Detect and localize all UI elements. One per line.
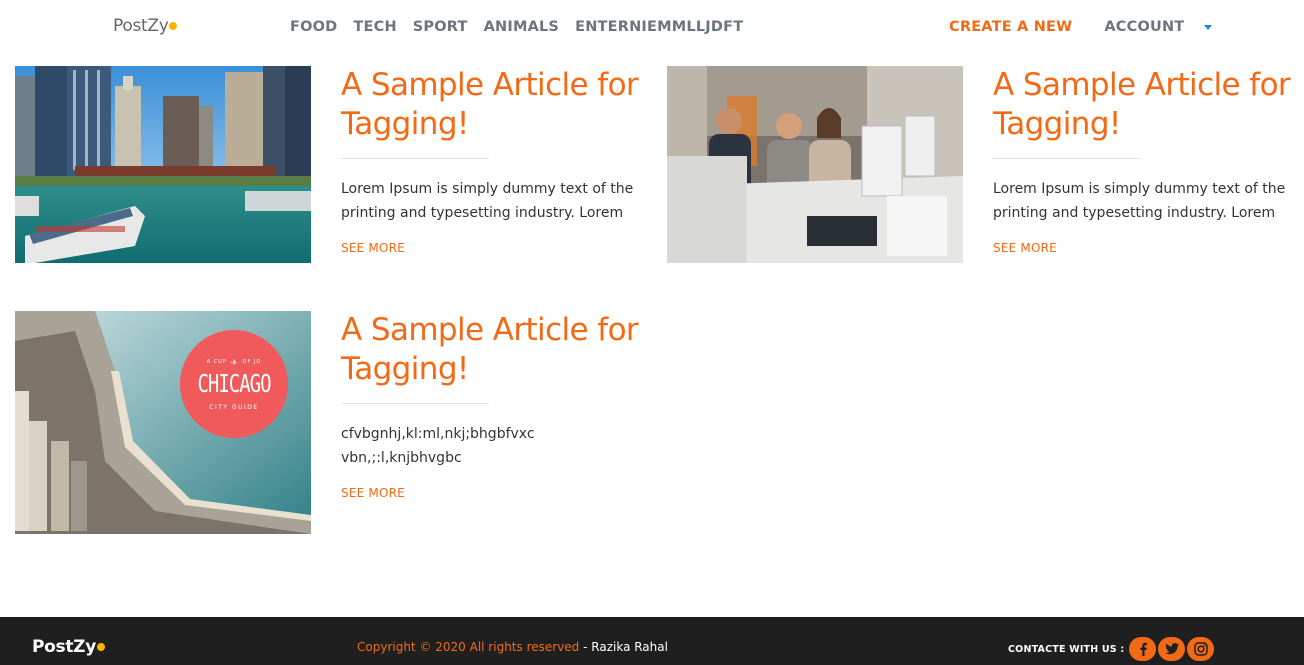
article-excerpt: cfvbgnhj,kl:ml,nkj;bhgbfvxc vbn,;:l,knjb… [341,426,535,466]
twitter-icon[interactable] [1158,637,1186,661]
plane-icon: ✈ [230,357,239,367]
footer-brand-text[interactable]: PostZy [32,637,96,657]
title-divider [341,403,489,404]
nav-link-entertainment[interactable]: ENTERNIEMMLLJDFT [575,19,743,35]
title-divider [341,158,489,159]
see-more-link[interactable]: SEE MORE [341,486,651,500]
article-image-chicago-guide[interactable]: A CUP ✈ OF JO CHICAGO CITY GUIDE [15,311,311,534]
badge-tagline-left: A CUP [206,359,227,365]
social-contact: CONTACTE WITH US : [1008,637,1215,661]
copyright-text: Copyright © 2020 All rights reserved - R… [357,640,668,654]
see-more-link[interactable]: SEE MORE [341,241,651,255]
copyright-separator: - [579,640,592,654]
nav-link-food[interactable]: FOOD [290,19,337,35]
site-footer: PostZy Copyright © 2020 All rights reser… [0,617,1304,665]
badge-subtitle: CITY GUIDE [209,403,259,411]
article-body: A Sample Article for Tagging! Lorem Ipsu… [341,66,651,255]
nav-link-sport[interactable]: SPORT [413,19,468,35]
badge-tagline-right: OF JO [242,359,262,365]
footer-brand[interactable]: PostZy [32,637,105,657]
nav-actions: CREATE A NEW ACCOUNT [949,19,1213,35]
see-more-link[interactable]: SEE MORE [993,241,1303,255]
account-menu[interactable]: ACCOUNT [1104,19,1184,35]
badge-city: CHICAGO [197,369,271,398]
nav-link-tech[interactable]: TECH [353,19,396,35]
article-image-office-team[interactable] [667,66,963,263]
nav-link-animals[interactable]: ANIMALS [484,19,560,35]
instagram-icon[interactable] [1187,637,1215,661]
brand-text[interactable]: PostZy [113,16,169,36]
article-body: A Sample Article for Tagging! Lorem Ipsu… [993,66,1303,255]
brand-dot [97,643,105,651]
article-body: A Sample Article for Tagging! cfvbgnhj,k… [341,311,651,500]
brand-dot [169,22,178,30]
title-divider [993,158,1141,159]
facebook-icon[interactable] [1129,637,1157,661]
article-title[interactable]: A Sample Article for Tagging! [341,66,651,144]
copyright-notice: Copyright © 2020 All rights reserved [357,640,580,654]
brand-logo[interactable]: PostZy [113,16,178,36]
article-image-river-city[interactable] [15,66,311,263]
top-navbar: PostZy FOOD TECH SPORT ANIMALS ENTERNIEM… [0,0,1304,56]
chevron-down-icon[interactable] [1204,24,1213,30]
create-new-link[interactable]: CREATE A NEW [949,19,1072,35]
contact-label: CONTACTE WITH US : [1008,643,1125,655]
chicago-guide-badge: A CUP ✈ OF JO CHICAGO CITY GUIDE [180,330,288,438]
article-title[interactable]: A Sample Article for Tagging! [341,311,651,389]
category-nav: FOOD TECH SPORT ANIMALS ENTERNIEMMLLJDFT [290,19,759,35]
author-name: Razika Rahal [591,640,668,654]
article-title[interactable]: A Sample Article for Tagging! [993,66,1303,144]
article-excerpt: Lorem Ipsum is simply dummy text of the … [341,181,634,221]
article-excerpt: Lorem Ipsum is simply dummy text of the … [993,181,1286,221]
